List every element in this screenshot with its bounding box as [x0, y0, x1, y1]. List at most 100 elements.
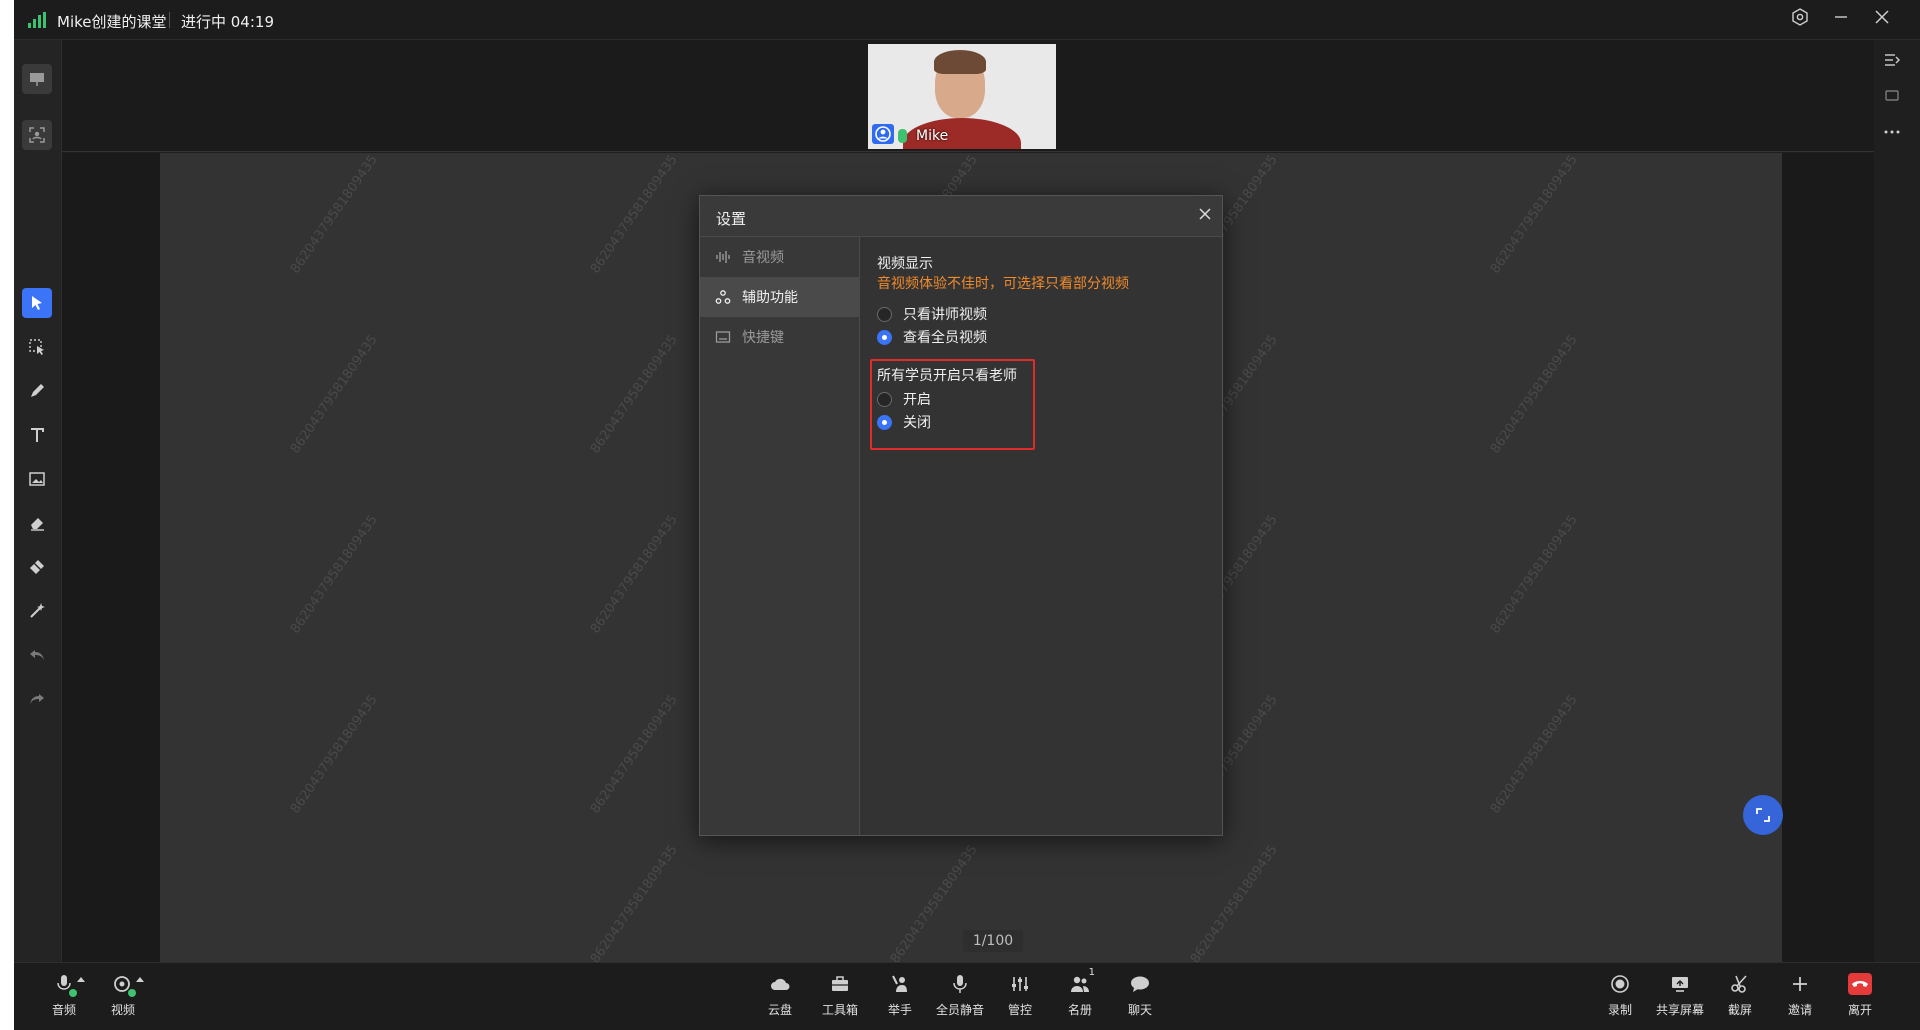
video-display-hint: 音视频体验不佳时，可选择只看部分视频 — [877, 276, 1129, 292]
microphone-icon — [53, 973, 85, 997]
image-tool-icon[interactable] — [22, 464, 52, 494]
participant-name: Mike — [916, 128, 949, 144]
nav-item-shortcuts[interactable]: 快捷键 — [700, 317, 859, 357]
watermark: 86204379581809435 — [1187, 842, 1281, 962]
roster-label: 名册 — [1067, 1003, 1092, 1017]
roster-button[interactable]: 1 名册 — [1052, 967, 1108, 1025]
minimize-icon[interactable] — [1828, 8, 1854, 32]
controls-button[interactable]: 管控 — [992, 973, 1048, 1025]
title-bar: Mike创建的课堂 进行中 04:19 — [14, 0, 1920, 40]
audio-button[interactable]: 音频 — [36, 973, 92, 1025]
toolbox-button[interactable]: 工具箱 — [812, 973, 868, 1025]
video-button[interactable]: 视频 — [95, 973, 151, 1025]
more-options-icon[interactable] — [1880, 121, 1904, 141]
mute-all-icon — [949, 973, 971, 995]
radio-label: 只看讲师视频 — [903, 307, 987, 323]
raise-hand-button[interactable]: 举手 — [872, 973, 928, 1025]
nav-item-audio-video[interactable]: 音视频 — [700, 237, 859, 277]
share-screen-label: 共享屏幕 — [1655, 1003, 1704, 1017]
settings-content: 视频显示 音视频体验不佳时，可选择只看部分视频 只看讲师视频 查看全员视频 所有… — [861, 237, 1222, 835]
network-signal-icon — [28, 12, 46, 28]
dialog-close-icon[interactable] — [1193, 204, 1217, 228]
radio-label: 查看全员视频 — [903, 330, 987, 346]
radio-button[interactable] — [877, 391, 892, 407]
controls-label: 管控 — [1007, 1003, 1032, 1017]
leave-label: 离开 — [1847, 1003, 1872, 1017]
video-tile[interactable]: Mike — [868, 44, 1056, 149]
radio-all-member-video[interactable]: 查看全员视频 — [877, 327, 987, 347]
pen-icon[interactable] — [22, 376, 52, 406]
settings-icon[interactable] — [1787, 8, 1813, 32]
screenshot-label: 截屏 — [1727, 1003, 1752, 1017]
redo-icon[interactable] — [22, 684, 52, 714]
close-icon[interactable] — [1869, 8, 1895, 32]
invite-button[interactable]: 邀请 — [1772, 973, 1828, 1025]
toolbox-icon — [829, 973, 851, 995]
video-strip: Mike — [62, 40, 1874, 152]
watermark: 86204379581809435 — [1487, 332, 1581, 457]
class-status-timer: 进行中 04:19 — [181, 13, 274, 31]
radio-teacher-video-only[interactable]: 只看讲师视频 — [877, 304, 987, 324]
leave-button[interactable]: 离开 — [1832, 973, 1888, 1025]
text-tool-icon[interactable] — [22, 420, 52, 450]
chat-icon — [1129, 973, 1151, 995]
radio-label: 关闭 — [903, 415, 931, 431]
radio-label: 开启 — [903, 392, 931, 408]
select-pointer-icon[interactable] — [22, 288, 52, 318]
clear-board-icon[interactable] — [22, 552, 52, 582]
radio-teacher-only-on[interactable]: 开启 — [877, 389, 931, 409]
radio-button-selected[interactable] — [877, 329, 892, 345]
laser-pointer-icon[interactable] — [22, 596, 52, 626]
nav-item-accessibility[interactable]: 辅助功能 — [700, 277, 859, 317]
nav-label: 辅助功能 — [742, 290, 798, 306]
focus-mode-icon[interactable] — [22, 120, 52, 150]
message-bubble-icon[interactable] — [1880, 88, 1904, 108]
dialog-header: 设置 — [700, 196, 1222, 237]
camera-icon — [112, 973, 144, 997]
watermark: 86204379581809435 — [587, 153, 681, 277]
nav-label: 音视频 — [742, 250, 784, 266]
raise-hand-icon — [889, 973, 911, 995]
cloud-drive-button[interactable]: 云盘 — [752, 973, 808, 1025]
record-label: 录制 — [1607, 1003, 1632, 1017]
invite-label: 邀请 — [1787, 1003, 1812, 1017]
invite-plus-icon — [1789, 973, 1811, 995]
mute-all-button[interactable]: 全员静音 — [932, 973, 988, 1025]
watermark: 86204379581809435 — [287, 692, 381, 817]
radio-button-selected[interactable] — [877, 414, 892, 430]
undo-icon[interactable] — [22, 640, 52, 670]
share-screen-button[interactable]: 共享屏幕 — [1652, 973, 1708, 1025]
chat-label: 聊天 — [1127, 1003, 1152, 1017]
bottom-control-bar: 音频 视频 云盘 工具箱 举手 全员静音 管控 1 名册 聊天 录制 共享屏幕 … — [14, 962, 1920, 1030]
watermark: 86204379581809435 — [1487, 512, 1581, 637]
hang-up-icon — [1848, 973, 1872, 995]
watermark: 86204379581809435 — [287, 153, 381, 277]
record-button[interactable]: 录制 — [1592, 973, 1648, 1025]
area-select-icon[interactable] — [22, 332, 52, 362]
screenshot-button[interactable]: 截屏 — [1712, 973, 1768, 1025]
audio-label: 音频 — [51, 1003, 76, 1017]
chat-button[interactable]: 聊天 — [1112, 973, 1168, 1025]
fullscreen-icon[interactable] — [1743, 795, 1783, 835]
screenshot-icon — [1729, 973, 1751, 995]
courseware-icon[interactable] — [22, 64, 52, 94]
video-label: 视频 — [110, 1003, 135, 1017]
collapse-panel-icon[interactable] — [1880, 52, 1904, 72]
toolbox-label: 工具箱 — [821, 1003, 858, 1017]
cloud-icon — [769, 973, 791, 995]
watermark: 86204379581809435 — [587, 842, 681, 962]
sliders-icon — [1009, 973, 1031, 995]
whiteboard-toolbar — [14, 40, 62, 962]
radio-teacher-only-off[interactable]: 关闭 — [877, 412, 931, 432]
watermark: 86204379581809435 — [587, 512, 681, 637]
radio-button[interactable] — [877, 306, 892, 322]
waveform-icon — [714, 248, 732, 266]
class-title: Mike创建的课堂 — [57, 13, 167, 31]
accessibility-icon — [714, 288, 732, 306]
eraser-icon[interactable] — [22, 508, 52, 538]
nav-label: 快捷键 — [742, 330, 784, 346]
watermark: 86204379581809435 — [587, 692, 681, 817]
mute-all-label: 全员静音 — [935, 1003, 984, 1017]
watermark: 86204379581809435 — [587, 332, 681, 457]
settings-dialog: 设置 音视频 辅助功能 快捷键 视频显示 音视频体验不佳时，可选择只看部分视频 — [699, 195, 1223, 836]
